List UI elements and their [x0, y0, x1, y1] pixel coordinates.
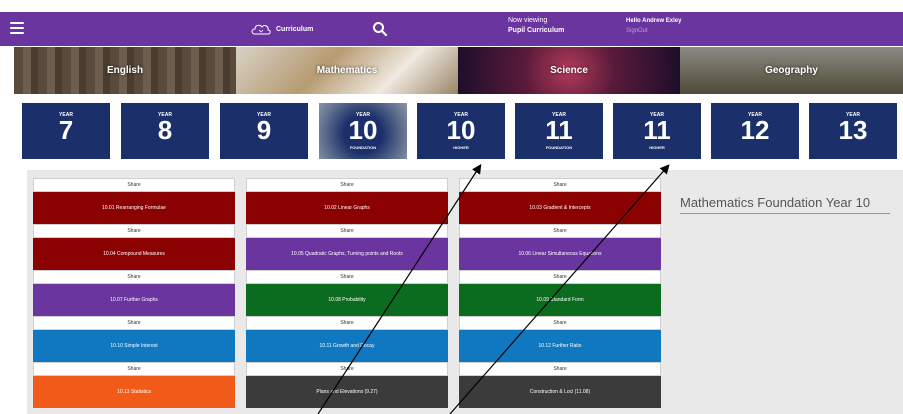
cloud-logo-icon	[251, 24, 271, 35]
unit-button[interactable]: 10.05 Quadratic Graphs, Turning points a…	[246, 238, 448, 270]
units-column-3: Share 10.03 Gradient & Intercepts Share …	[459, 178, 661, 408]
year-number: 12	[740, 115, 770, 145]
page: Curriculum Now viewing Pupil Curriculum …	[0, 0, 903, 414]
share-button[interactable]: Share	[33, 178, 235, 192]
units-column-2: Share 10.02 Linear Graphs Share 10.05 Qu…	[246, 178, 448, 408]
share-button[interactable]: Share	[33, 362, 235, 376]
subject-label: Science	[550, 65, 588, 76]
unit-button[interactable]: 10.08 Probability	[246, 284, 448, 316]
year-number: 11	[643, 115, 671, 145]
subject-science[interactable]: Science	[458, 47, 680, 94]
unit-button[interactable]: 10.02 Linear Graphs	[246, 192, 448, 224]
subject-banner: English Mathematics Science Geography	[14, 47, 903, 94]
year-number: 10	[348, 115, 378, 145]
subject-label: Geography	[765, 65, 818, 76]
user-greeting: Hello Andrew Exley	[626, 18, 682, 24]
share-button[interactable]: Share	[246, 362, 448, 376]
year-11-foundation-tile[interactable]: YEAR 11 FOUNDATION	[515, 103, 603, 159]
unit-button[interactable]: Construction & Loci (11.08)	[459, 376, 661, 408]
year-number: 8	[157, 115, 173, 145]
year-number: 10	[446, 115, 476, 145]
brand-label: Curriculum	[276, 25, 314, 33]
year-tier: HIGHER	[453, 145, 469, 150]
unit-button[interactable]: 10.09 Standard Form	[459, 284, 661, 316]
hamburger-menu-icon[interactable]	[10, 22, 24, 34]
year-8-tile[interactable]: YEAR 8	[121, 103, 209, 159]
subject-label: English	[106, 65, 144, 76]
unit-button[interactable]: 10.07 Further Graphs	[33, 284, 235, 316]
share-button[interactable]: Share	[246, 178, 448, 192]
unit-button[interactable]: 10.10 Simple Interest	[33, 330, 235, 362]
subject-mathematics[interactable]: Mathematics	[236, 47, 458, 94]
unit-button[interactable]: 10.06 Linear Simultaneous Equations	[459, 238, 661, 270]
unit-button[interactable]: 10.13 Statistics	[33, 376, 235, 408]
unit-button[interactable]: 10.11 Growth and Decay	[246, 330, 448, 362]
unit-button[interactable]: Plans and Elevations (9.27)	[246, 376, 448, 408]
share-button[interactable]: Share	[33, 270, 235, 284]
year-9-tile[interactable]: YEAR 9	[220, 103, 308, 159]
year-12-tile[interactable]: YEAR 12	[711, 103, 799, 159]
subject-label: Mathematics	[316, 65, 378, 76]
share-button[interactable]: Share	[33, 224, 235, 238]
year-number: 11	[545, 115, 573, 145]
year-11-higher-tile[interactable]: YEAR 11 HIGHER	[613, 103, 701, 159]
share-button[interactable]: Share	[246, 316, 448, 330]
year-number: 7	[58, 115, 74, 145]
year-10-foundation-tile[interactable]: YEAR 10 FOUNDATION	[319, 103, 407, 159]
year-tier: FOUNDATION	[349, 145, 377, 150]
year-tier: FOUNDATION	[545, 145, 573, 150]
search-icon[interactable]	[372, 21, 388, 37]
signout-link[interactable]: SignOut	[626, 26, 681, 36]
panel-title: Mathematics Foundation Year 10	[680, 195, 890, 214]
unit-button[interactable]: 10.12 Further Ratio	[459, 330, 661, 362]
year-10-higher-tile[interactable]: YEAR 10 HIGHER	[417, 103, 505, 159]
viewing-indicator: Now viewing Pupil Curriculum	[508, 16, 564, 36]
year-7-tile[interactable]: YEAR 7	[22, 103, 110, 159]
year-selector: YEAR 7 YEAR 8 YEAR 9 YEAR 10 FOUNDATION …	[0, 103, 903, 161]
viewing-value: Pupil Curriculum	[508, 27, 565, 34]
user-area: Hello Andrew Exley SignOut	[626, 16, 681, 36]
share-button[interactable]: Share	[459, 224, 661, 238]
share-button[interactable]: Share	[459, 362, 661, 376]
share-button[interactable]: Share	[246, 224, 448, 238]
unit-button[interactable]: 10.01 Rearranging Formulae	[33, 192, 235, 224]
share-button[interactable]: Share	[246, 270, 448, 284]
year-number: 13	[838, 115, 868, 145]
viewing-label: Now viewing	[508, 17, 548, 24]
year-number: 9	[256, 115, 272, 145]
share-button[interactable]: Share	[459, 316, 661, 330]
unit-button[interactable]: 10.03 Gradient & Intercepts	[459, 192, 661, 224]
year-13-tile[interactable]: YEAR 13	[809, 103, 897, 159]
subject-english[interactable]: English	[14, 47, 236, 94]
year-tier: HIGHER	[649, 145, 665, 150]
share-button[interactable]: Share	[459, 270, 661, 284]
share-button[interactable]: Share	[459, 178, 661, 192]
brand-link[interactable]: Curriculum	[250, 18, 313, 40]
top-bar: Curriculum Now viewing Pupil Curriculum …	[0, 12, 903, 46]
share-button[interactable]: Share	[33, 316, 235, 330]
units-column-1: Share 10.01 Rearranging Formulae Share 1…	[33, 178, 235, 408]
subject-geography[interactable]: Geography	[680, 47, 903, 94]
unit-button[interactable]: 10.04 Compound Measures	[33, 238, 235, 270]
